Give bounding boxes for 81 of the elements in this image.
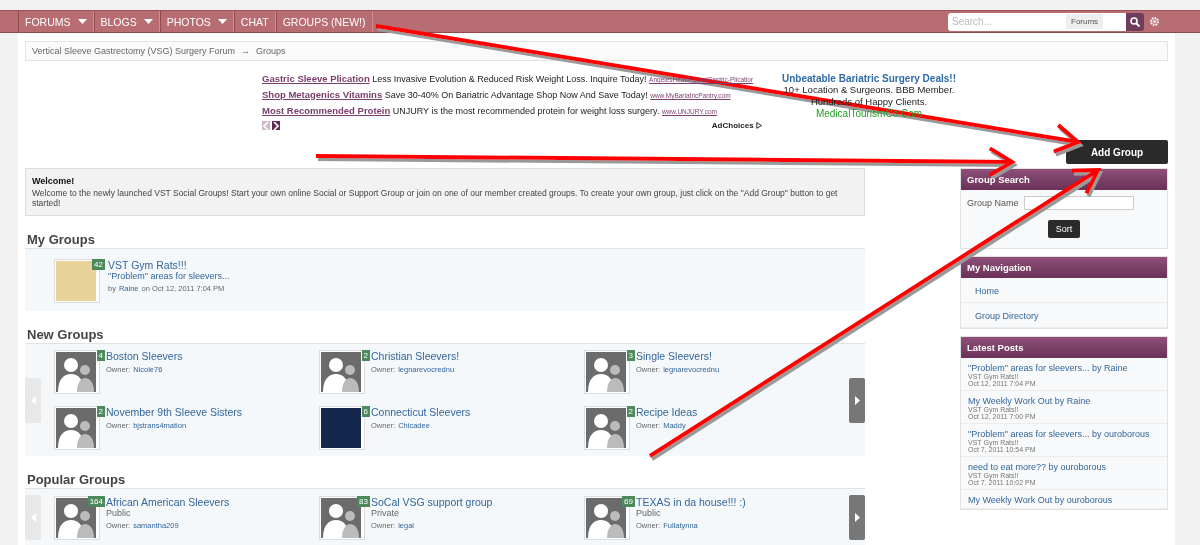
triangle-right-icon — [854, 513, 860, 522]
member-count-badge: 2 — [626, 406, 635, 417]
member-count-badge: 6 — [361, 406, 370, 417]
group-name-link[interactable]: VST Gym Rats!!! — [108, 259, 230, 271]
post-link[interactable]: My Weekly Work Out by ouroborous — [968, 495, 1113, 505]
avatar-silhouette-icon — [586, 497, 626, 538]
search-scope-label[interactable]: Forums — [1066, 14, 1104, 29]
image-placeholder — [56, 261, 96, 301]
settings-icon[interactable] — [1149, 16, 1160, 27]
privacy-label: Public — [636, 507, 662, 518]
panel-header: Latest Posts — [961, 337, 1167, 358]
ad-title-link[interactable]: Gastric Sleeve Plication — [262, 73, 370, 84]
ad-title-link[interactable]: Shop Metagenics Vitamins — [262, 89, 383, 100]
post-link[interactable]: My Weekly Work Out by Raine — [968, 396, 1091, 406]
section-heading: My Groups — [25, 228, 865, 249]
logo-placeholder — [321, 408, 361, 448]
navigation-link[interactable]: Group Directory — [975, 311, 1039, 321]
field-label: Group Name — [967, 198, 1019, 208]
carousel-next-button[interactable] — [849, 377, 865, 423]
group-name-link[interactable]: November 9th Sleeve Sisters — [106, 406, 242, 418]
ad-text: Less Invasive Evolution & Reduced Risk Weight Loss. Inquire Today! — [371, 74, 648, 84]
member-count-badge: 3 — [626, 350, 635, 361]
avatar-silhouette-icon — [586, 408, 626, 448]
search-field[interactable]: Search... Forums — [948, 12, 1126, 31]
breadcrumb-link[interactable]: Groups — [256, 46, 286, 56]
ad-text: Save 30-40% On Bariatric Advantage Shop Now And Save Today! — [383, 90, 649, 100]
chevron-left-icon — [262, 121, 269, 130]
group-name-link[interactable]: SoCal VSG support group — [371, 495, 493, 508]
welcome-title: Welcome! — [32, 176, 76, 186]
panel-header: Group Search — [961, 169, 1167, 190]
avatar-silhouette-icon — [56, 352, 96, 392]
avatar-silhouette-icon — [586, 352, 626, 392]
group-name-link[interactable]: African American Sleevers — [106, 495, 230, 508]
ad-title-link[interactable]: Unbeatable Bariatric Surgery Deals!! — [782, 73, 956, 84]
group-name-link[interactable]: Single Sleevers! — [636, 350, 720, 362]
section-heading: Popular Groups — [25, 468, 865, 489]
privacy-label: Private — [371, 507, 400, 518]
member-count-badge: 164 — [87, 495, 105, 507]
adchoices-icon — [755, 121, 762, 130]
nav-tab[interactable]: PHOTOS — [159, 11, 234, 32]
post-link[interactable]: need to eat more?? by ouroborous — [968, 462, 1107, 472]
adchoices-link[interactable]: AdChoices — [711, 121, 754, 130]
avatar-silhouette-icon — [321, 497, 361, 538]
search-button[interactable] — [1126, 12, 1144, 31]
search-icon — [1130, 16, 1140, 27]
welcome-text: Welcome to the newly launched VST Social Groups! Start your own online Social or Support Group or join on one of our member created groups. To create your own group, just click on the "Add Group" button to get started! — [32, 188, 839, 208]
group-name-link[interactable]: Recipe Ideas — [636, 406, 698, 418]
member-count-badge: 83 — [357, 495, 370, 507]
navigation-link[interactable]: Home — [975, 286, 999, 296]
group-name-link[interactable]: Christian Sleevers! — [371, 350, 460, 362]
nav-tab[interactable]: CHAT — [233, 11, 276, 32]
sort-button[interactable]: Sort — [1047, 220, 1081, 238]
nav-tab[interactable]: GROUPS (NEW!) — [275, 11, 373, 32]
panel-header: My Navigation — [961, 257, 1167, 278]
member-count-badge: 4 — [96, 350, 105, 361]
triangle-right-icon — [854, 395, 860, 405]
breadcrumb-separator: → — [241, 46, 251, 56]
chevron-right-icon — [272, 121, 279, 130]
member-count-badge: 69 — [622, 495, 635, 507]
nav-tab[interactable]: FORUMS — [18, 11, 94, 32]
group-name-field[interactable] — [1023, 196, 1134, 210]
group-name-link[interactable]: TEXAS in da house!!! :) — [636, 495, 746, 508]
group-name-link[interactable]: Connecticut Sleevers — [371, 406, 471, 418]
post-link[interactable]: "Problem" areas for sleevers... by Raine — [968, 363, 1128, 373]
next-ad-button[interactable] — [271, 121, 280, 130]
section-heading: New Groups — [25, 323, 865, 344]
nav-tab[interactable]: BLOGS — [93, 11, 160, 32]
ad-title-link[interactable]: Most Recommended Protein — [262, 105, 391, 116]
avatar-silhouette-icon — [321, 352, 361, 392]
post-link[interactable]: "Problem" areas for sleevers... — [108, 271, 230, 281]
add-group-button[interactable]: Add Group — [1066, 140, 1168, 164]
carousel-next-button[interactable] — [849, 495, 865, 540]
privacy-label: Public — [106, 507, 132, 518]
group-name-link[interactable]: Boston Sleevers — [106, 350, 183, 362]
avatar-silhouette-icon — [56, 408, 96, 448]
member-count-badge: 2 — [96, 406, 105, 417]
post-link[interactable]: "Problem" areas for sleevers... by ouroborous — [968, 429, 1150, 439]
member-count-badge: 2 — [361, 350, 370, 361]
ad-text: UNJURY is the most recommended protein for weight loss surgery. — [391, 106, 661, 116]
breadcrumb-link[interactable]: Vertical Sleeve Gastrectomy (VSG) Surgery Forum — [32, 46, 236, 56]
member-count-badge: 42 — [92, 259, 105, 270]
